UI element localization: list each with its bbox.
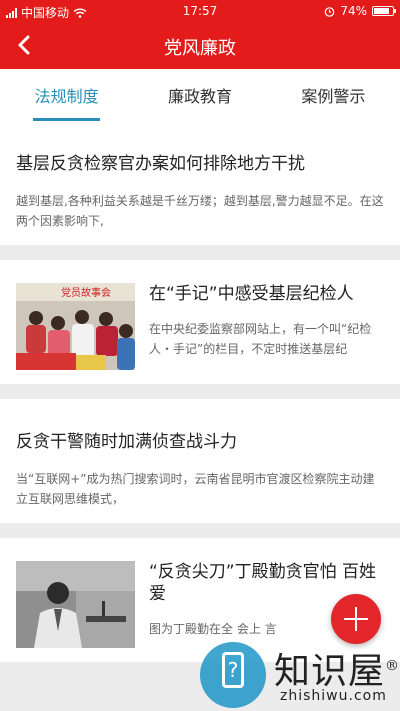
status-right: 74% (324, 4, 396, 18)
article-thumbnail (16, 561, 135, 648)
page-title: 党风廉政 (164, 38, 236, 59)
tab-cases[interactable]: 案例警示 (267, 69, 400, 121)
status-bar: 中国移动 17:57 74% (0, 0, 400, 22)
battery-percent: 74% (340, 4, 367, 18)
article-title: 基层反贪检察官办案如何排除地方干扰 (16, 154, 305, 174)
category-tabs: 法规制度 廉政教育 案例警示 (0, 69, 400, 121)
watermark-domain: zhishiwu.com (280, 688, 387, 704)
list-divider (0, 384, 400, 399)
app-screen: 中国移动 17:57 74% 党风廉政 法规制度 廉政教育 案例警示 基层反贪检… (0, 0, 400, 711)
alarm-icon (325, 6, 335, 17)
article-title: 反贪干警随时加满侦查战斗力 (16, 432, 237, 452)
list-divider (0, 523, 400, 538)
article-summary: 在中央纪委监察部网站上，有一个叫“纪检人・手记”的栏目，不定时推送基层纪 (149, 322, 372, 356)
tab-label: 法规制度 (34, 87, 99, 106)
article-list: 基层反贪检察官办案如何排除地方干扰 越到基层,各种利益关系越是千丝万缕；越到基层… (0, 121, 400, 662)
tab-label: 廉政教育 (167, 87, 232, 106)
article-summary: 越到基层,各种利益关系越是千丝万缕；越到基层,警力越显不足。在这两个因素影响下, (16, 194, 384, 228)
article-summary: 当“互联网+”成为热门搜索词时，云南省昆明市官渡区检察院主动建立互联网思维模式， (16, 472, 375, 506)
article-card[interactable]: 党员故事会 在“手记”中感受基层纪检人 在中央纪委监察部网站上，有一个叫“纪检人… (0, 260, 400, 384)
article-card[interactable]: 基层反贪检察官办案如何排除地方干扰 越到基层,各种利益关系越是千丝万缕；越到基层… (0, 121, 400, 245)
title-bar: 党风廉政 (0, 22, 400, 69)
add-button[interactable] (331, 594, 381, 644)
article-card[interactable]: 反贪干警随时加满侦查战斗力 当“互联网+”成为热门搜索词时，云南省昆明市官渡区检… (0, 399, 400, 523)
battery-icon (372, 6, 396, 16)
list-divider (0, 245, 400, 260)
article-thumbnail: 党员故事会 (16, 283, 135, 370)
article-title: 在“手记”中感受基层纪检人 (149, 284, 354, 304)
tab-label: 案例警示 (301, 87, 366, 106)
tab-regulations[interactable]: 法规制度 (0, 69, 133, 121)
thumb-banner-text: 党员故事会 (61, 286, 111, 299)
tab-education[interactable]: 廉政教育 (133, 69, 266, 121)
